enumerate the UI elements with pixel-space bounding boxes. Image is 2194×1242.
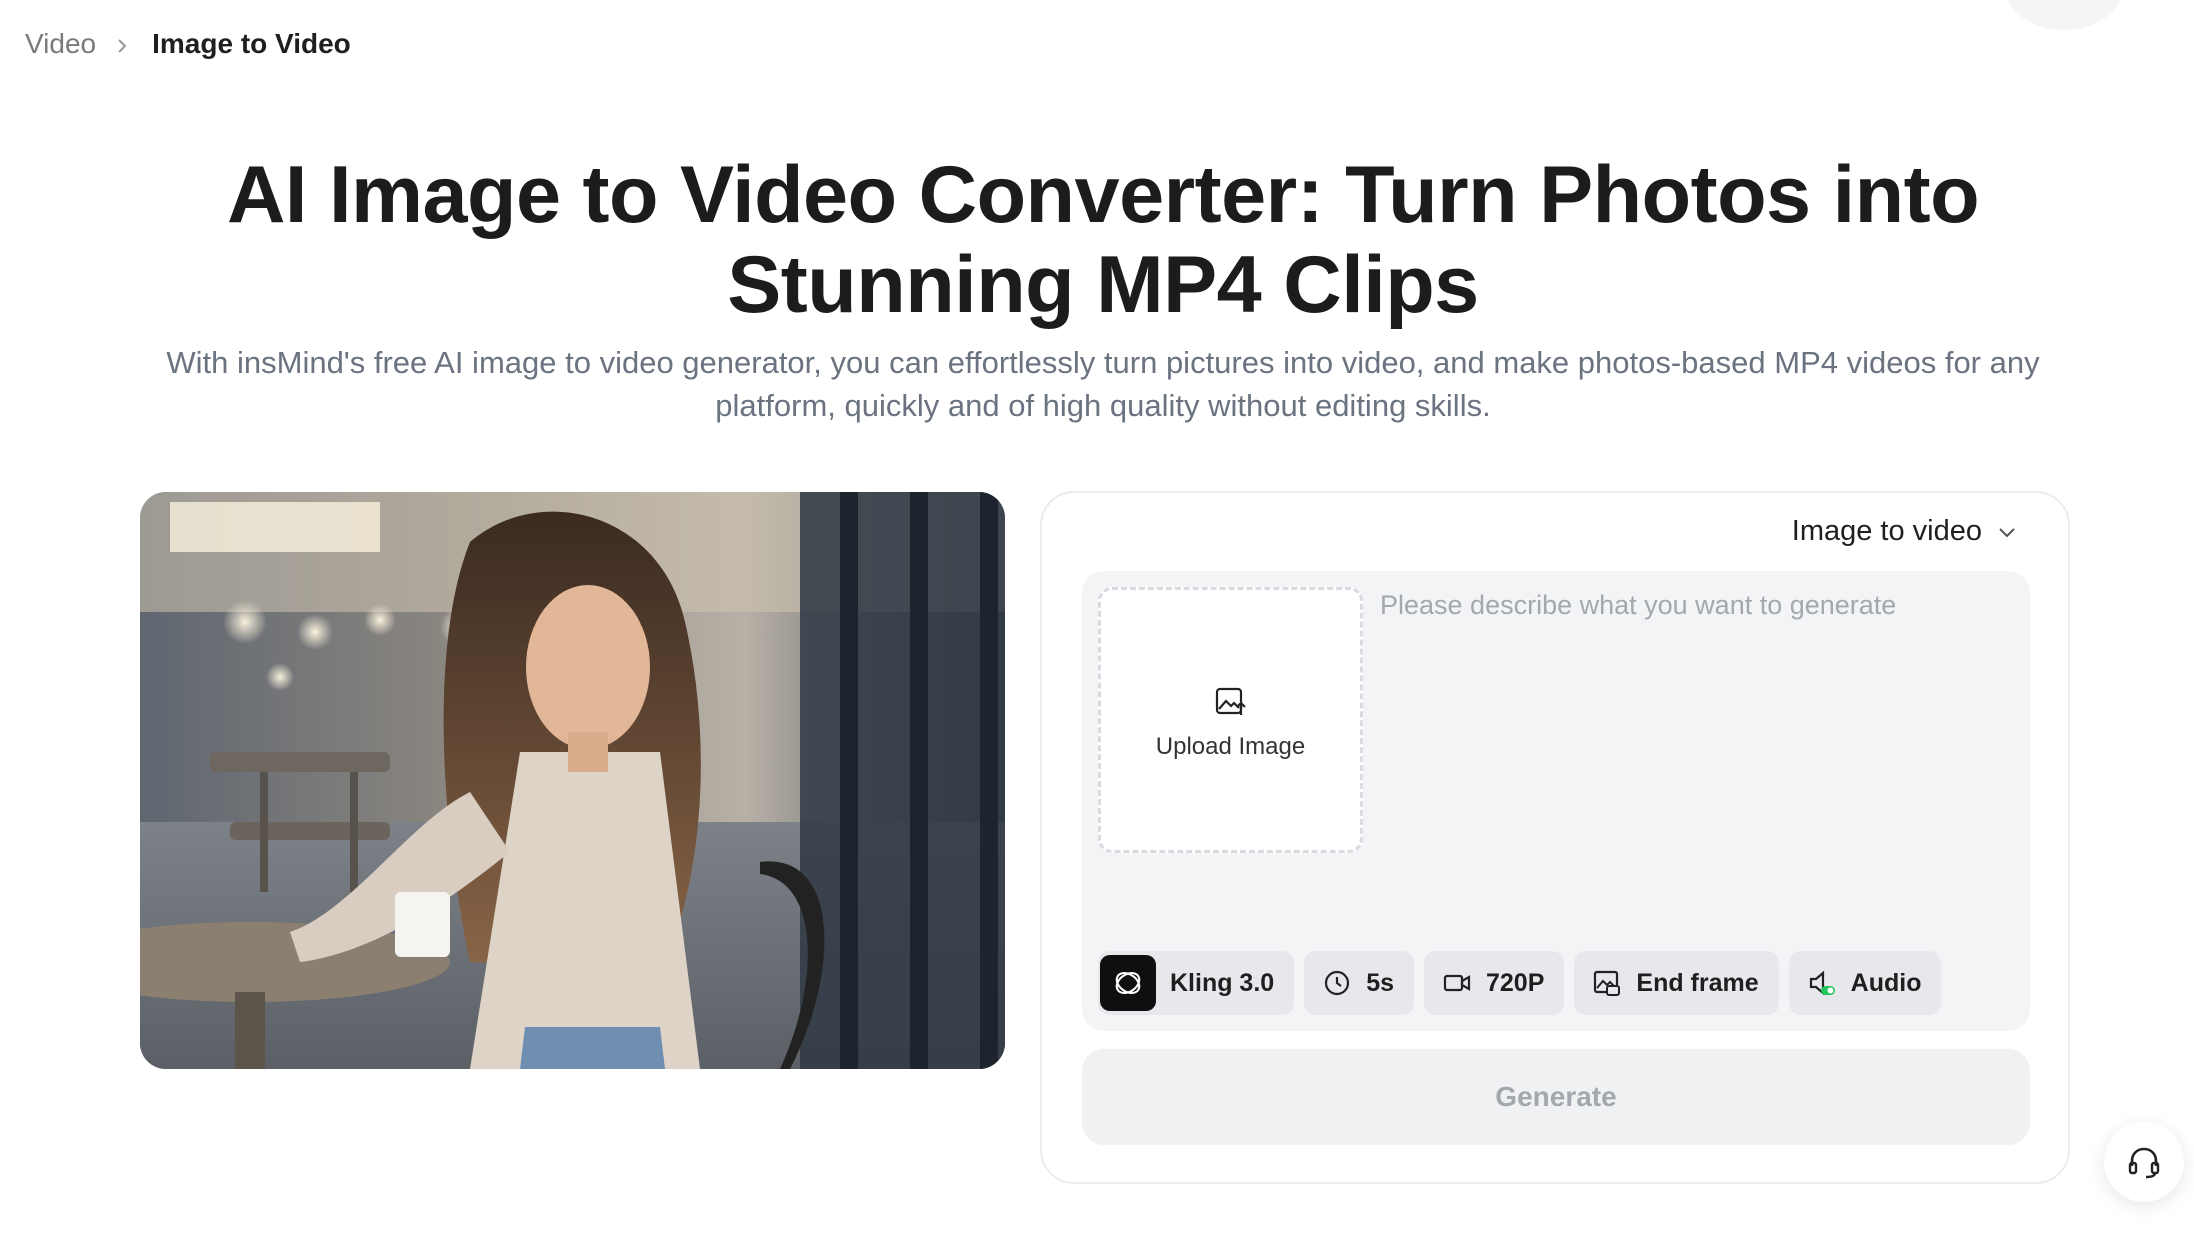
page: Video Image to Video AI Image to Video C… — [0, 0, 2194, 1242]
options-row: Kling 3.0 5s 720P End frame Audio — [1098, 951, 1942, 1015]
image-upload-icon — [1215, 687, 1246, 715]
page-subtitle: With insMind's free AI image to video ge… — [166, 345, 2040, 423]
mode-dropdown-label: Image to video — [1791, 515, 1982, 547]
audio-toggle[interactable]: Audio — [1788, 951, 1942, 1015]
page-title: AI Image to Video Converter: Turn Photos… — [226, 150, 1980, 330]
resolution-label: 720P — [1486, 968, 1545, 997]
cafe-woman-photo — [140, 492, 1005, 1069]
audio-icon — [1809, 970, 1835, 996]
breadcrumb-video-link[interactable]: Video — [25, 28, 96, 60]
model-selector[interactable]: Kling 3.0 — [1098, 951, 1295, 1015]
example-image — [140, 492, 1005, 1069]
chevron-right-icon — [116, 38, 128, 53]
breadcrumb-current: Image to Video — [152, 28, 351, 59]
breadcrumb: Video Image to Video — [25, 28, 351, 60]
chevron-down-icon — [1999, 527, 2015, 537]
mode-dropdown[interactable]: Image to video — [1792, 515, 2018, 548]
prompt-input[interactable] — [1380, 587, 2010, 887]
end-frame-icon — [1594, 970, 1621, 996]
resolution-selector[interactable]: 720P — [1424, 951, 1565, 1015]
video-camera-icon — [1443, 974, 1471, 992]
model-label: Kling 3.0 — [1170, 968, 1275, 997]
generate-button[interactable]: Generate — [1082, 1049, 2030, 1145]
upload-image-button[interactable]: Upload Image — [1098, 587, 1363, 853]
duration-label: 5s — [1366, 968, 1394, 997]
clock-icon — [1325, 970, 1350, 996]
input-area: Upload Image Kling 3.0 — [1082, 571, 2030, 1031]
audio-label: Audio — [1850, 968, 1922, 997]
headset-icon — [2128, 1147, 2160, 1179]
support-chat-button[interactable] — [2104, 1122, 2184, 1202]
top-right-decoration — [2004, 0, 2124, 30]
end-frame-button[interactable]: End frame — [1574, 951, 1779, 1015]
kling-logo-icon — [1100, 955, 1156, 1011]
upload-image-label: Upload Image — [1155, 733, 1306, 760]
duration-selector[interactable]: 5s — [1304, 951, 1414, 1015]
end-frame-label: End frame — [1636, 968, 1759, 997]
generator-panel: Image to video Upload Image Please descr… — [1040, 491, 2070, 1184]
